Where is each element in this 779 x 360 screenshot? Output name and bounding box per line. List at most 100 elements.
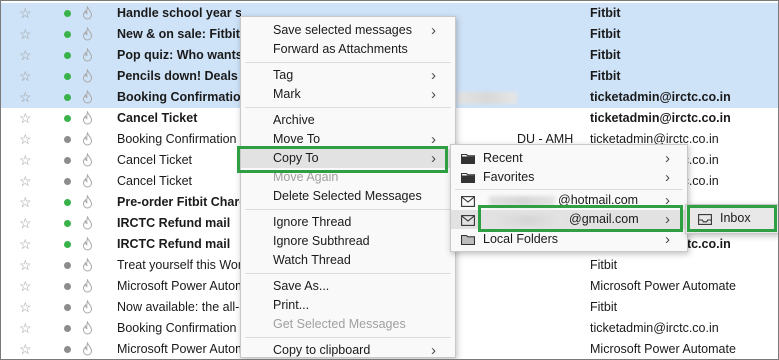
menu-item-print[interactable]: Print... xyxy=(241,296,455,315)
redacted-text xyxy=(457,92,517,104)
star-icon[interactable]: ☆ xyxy=(19,45,32,66)
star-icon[interactable]: ☆ xyxy=(19,297,32,318)
read-status-dot[interactable] xyxy=(64,52,71,59)
junk-status-icon[interactable] xyxy=(82,236,93,251)
menu-item-label: Save As... xyxy=(273,279,330,293)
junk-status-icon[interactable] xyxy=(82,131,93,146)
menu-item-label: Get Selected Messages xyxy=(273,317,406,331)
read-status-dot[interactable] xyxy=(64,115,71,122)
read-status-dot[interactable] xyxy=(64,241,71,248)
account-local-folders[interactable]: Local Folders › xyxy=(451,230,687,249)
read-status-dot[interactable] xyxy=(64,31,71,38)
read-status-dot[interactable] xyxy=(64,136,71,143)
read-status-dot[interactable] xyxy=(64,10,71,17)
junk-status-icon[interactable] xyxy=(82,341,93,356)
menu-item-copy-to-clipboard[interactable]: Copy to clipboard › xyxy=(241,341,455,359)
folder-icon xyxy=(461,172,475,183)
read-status-dot[interactable] xyxy=(64,73,71,80)
read-status-dot[interactable] xyxy=(64,262,71,269)
message-subject: Pencils down! Deals u xyxy=(117,69,241,83)
message-subject: Microsoft Power Autom xyxy=(117,279,241,293)
highlight-inbox xyxy=(687,205,777,232)
menu-item-mark[interactable]: Mark › xyxy=(241,85,455,104)
menu-item-forward-as-attachments[interactable]: Forward as Attachments xyxy=(241,40,455,59)
read-status-dot[interactable] xyxy=(64,325,71,332)
star-icon[interactable]: ☆ xyxy=(19,87,32,108)
folder-favorites[interactable]: Favorites › xyxy=(451,168,687,187)
star-icon[interactable]: ☆ xyxy=(19,150,32,171)
highlight-gmail-account xyxy=(478,205,683,232)
star-icon[interactable]: ☆ xyxy=(19,129,32,150)
junk-status-icon[interactable] xyxy=(82,299,93,314)
menu-item-delete-selected-messages[interactable]: Delete Selected Messages xyxy=(241,187,455,206)
menu-item-save-selected-messages[interactable]: Save selected messages › xyxy=(241,21,455,40)
account-local-folders-label: Local Folders xyxy=(483,232,559,246)
junk-status-icon[interactable] xyxy=(82,68,93,83)
chevron-right-icon: › xyxy=(431,67,436,84)
star-icon[interactable]: ☆ xyxy=(19,3,32,24)
junk-status-icon[interactable] xyxy=(82,110,93,125)
chevron-right-icon: › xyxy=(665,231,670,248)
star-icon[interactable]: ☆ xyxy=(19,234,32,255)
message-sender: ticketadmin@irctc.co.in xyxy=(590,111,731,125)
menu-item-label: Watch Thread xyxy=(273,253,351,267)
read-status-dot[interactable] xyxy=(64,283,71,290)
menu-separator xyxy=(455,189,683,190)
message-subject: Booking Confirmation o xyxy=(117,321,241,335)
message-sender: Fitbit xyxy=(590,6,621,20)
folder-recent-label: Recent xyxy=(483,151,523,165)
menu-item-ignore-subthread[interactable]: Ignore Subthread xyxy=(241,232,455,251)
junk-status-icon[interactable] xyxy=(82,152,93,167)
message-sender: Microsoft Power Automate xyxy=(590,342,736,356)
message-sender: Fitbit xyxy=(590,27,621,41)
mail-account-icon xyxy=(461,196,475,207)
star-icon[interactable]: ☆ xyxy=(19,213,32,234)
message-subject: Cancel Ticket xyxy=(117,111,198,125)
chevron-right-icon: › xyxy=(431,22,436,39)
menu-item-ignore-thread[interactable]: Ignore Thread xyxy=(241,213,455,232)
star-icon[interactable]: ☆ xyxy=(19,192,32,213)
chevron-right-icon: › xyxy=(431,86,436,103)
read-status-dot[interactable] xyxy=(64,304,71,311)
menu-item-label: Ignore Subthread xyxy=(273,234,370,248)
message-subject: Now available: the all-r xyxy=(117,300,241,314)
star-icon[interactable]: ☆ xyxy=(19,255,32,276)
read-status-dot[interactable] xyxy=(64,157,71,164)
menu-item-label: Tag xyxy=(273,68,294,82)
message-sender: ticketadmin@irctc.co.in xyxy=(590,321,719,335)
menu-separator xyxy=(245,337,451,338)
star-icon[interactable]: ☆ xyxy=(19,171,32,192)
junk-status-icon[interactable] xyxy=(82,89,93,104)
star-icon[interactable]: ☆ xyxy=(19,276,32,297)
star-icon[interactable]: ☆ xyxy=(19,318,32,339)
junk-status-icon[interactable] xyxy=(82,173,93,188)
junk-status-icon[interactable] xyxy=(82,257,93,272)
read-status-dot[interactable] xyxy=(64,220,71,227)
message-subject: Treat yourself this Worl xyxy=(117,258,241,272)
menu-item-archive[interactable]: Archive xyxy=(241,111,455,130)
star-icon[interactable]: ☆ xyxy=(19,24,32,45)
menu-item-label: Forward as Attachments xyxy=(273,42,408,56)
menu-item-save-as[interactable]: Save As... xyxy=(241,277,455,296)
read-status-dot[interactable] xyxy=(64,346,71,353)
junk-status-icon[interactable] xyxy=(82,278,93,293)
menu-item-tag[interactable]: Tag › xyxy=(241,66,455,85)
message-subject: IRCTC Refund mail xyxy=(117,237,231,251)
mail-account-icon xyxy=(461,215,475,226)
junk-status-icon[interactable] xyxy=(82,47,93,62)
junk-status-icon[interactable] xyxy=(82,215,93,230)
junk-status-icon[interactable] xyxy=(82,26,93,41)
star-icon[interactable]: ☆ xyxy=(19,66,32,87)
junk-status-icon[interactable] xyxy=(82,5,93,20)
folder-recent[interactable]: Recent › xyxy=(451,149,687,168)
star-icon[interactable]: ☆ xyxy=(19,339,32,359)
message-sender: Microsoft Power Automate xyxy=(590,279,736,293)
folder-icon xyxy=(461,153,475,164)
read-status-dot[interactable] xyxy=(64,94,71,101)
star-icon[interactable]: ☆ xyxy=(19,108,32,129)
menu-item-watch-thread[interactable]: Watch Thread xyxy=(241,251,455,270)
read-status-dot[interactable] xyxy=(64,178,71,185)
read-status-dot[interactable] xyxy=(64,199,71,206)
junk-status-icon[interactable] xyxy=(82,194,93,209)
junk-status-icon[interactable] xyxy=(82,320,93,335)
